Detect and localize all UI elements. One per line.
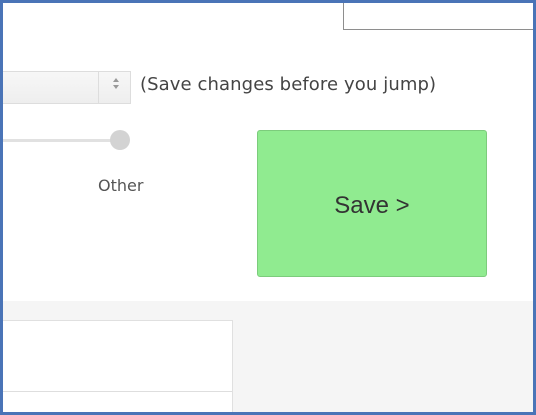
slider-label-other: Other xyxy=(98,176,144,195)
quiz-control-panel: (Save changes before you jump) Other Sav… xyxy=(3,45,533,301)
list-divider xyxy=(3,391,232,392)
top-bar xyxy=(3,3,533,45)
sort-icon[interactable] xyxy=(101,73,131,104)
select-divider xyxy=(98,72,99,103)
top-input[interactable] xyxy=(343,3,533,30)
screenshot-frame: (Save changes before you jump) Other Sav… xyxy=(0,0,536,415)
slider-track[interactable] xyxy=(3,139,115,142)
save-button[interactable]: Save > xyxy=(257,130,487,277)
jump-save-note: (Save changes before you jump) xyxy=(140,74,437,95)
jump-select[interactable] xyxy=(3,71,131,104)
slider-knob[interactable] xyxy=(110,130,130,150)
lower-content-area xyxy=(3,301,533,412)
list-panel xyxy=(3,320,233,412)
